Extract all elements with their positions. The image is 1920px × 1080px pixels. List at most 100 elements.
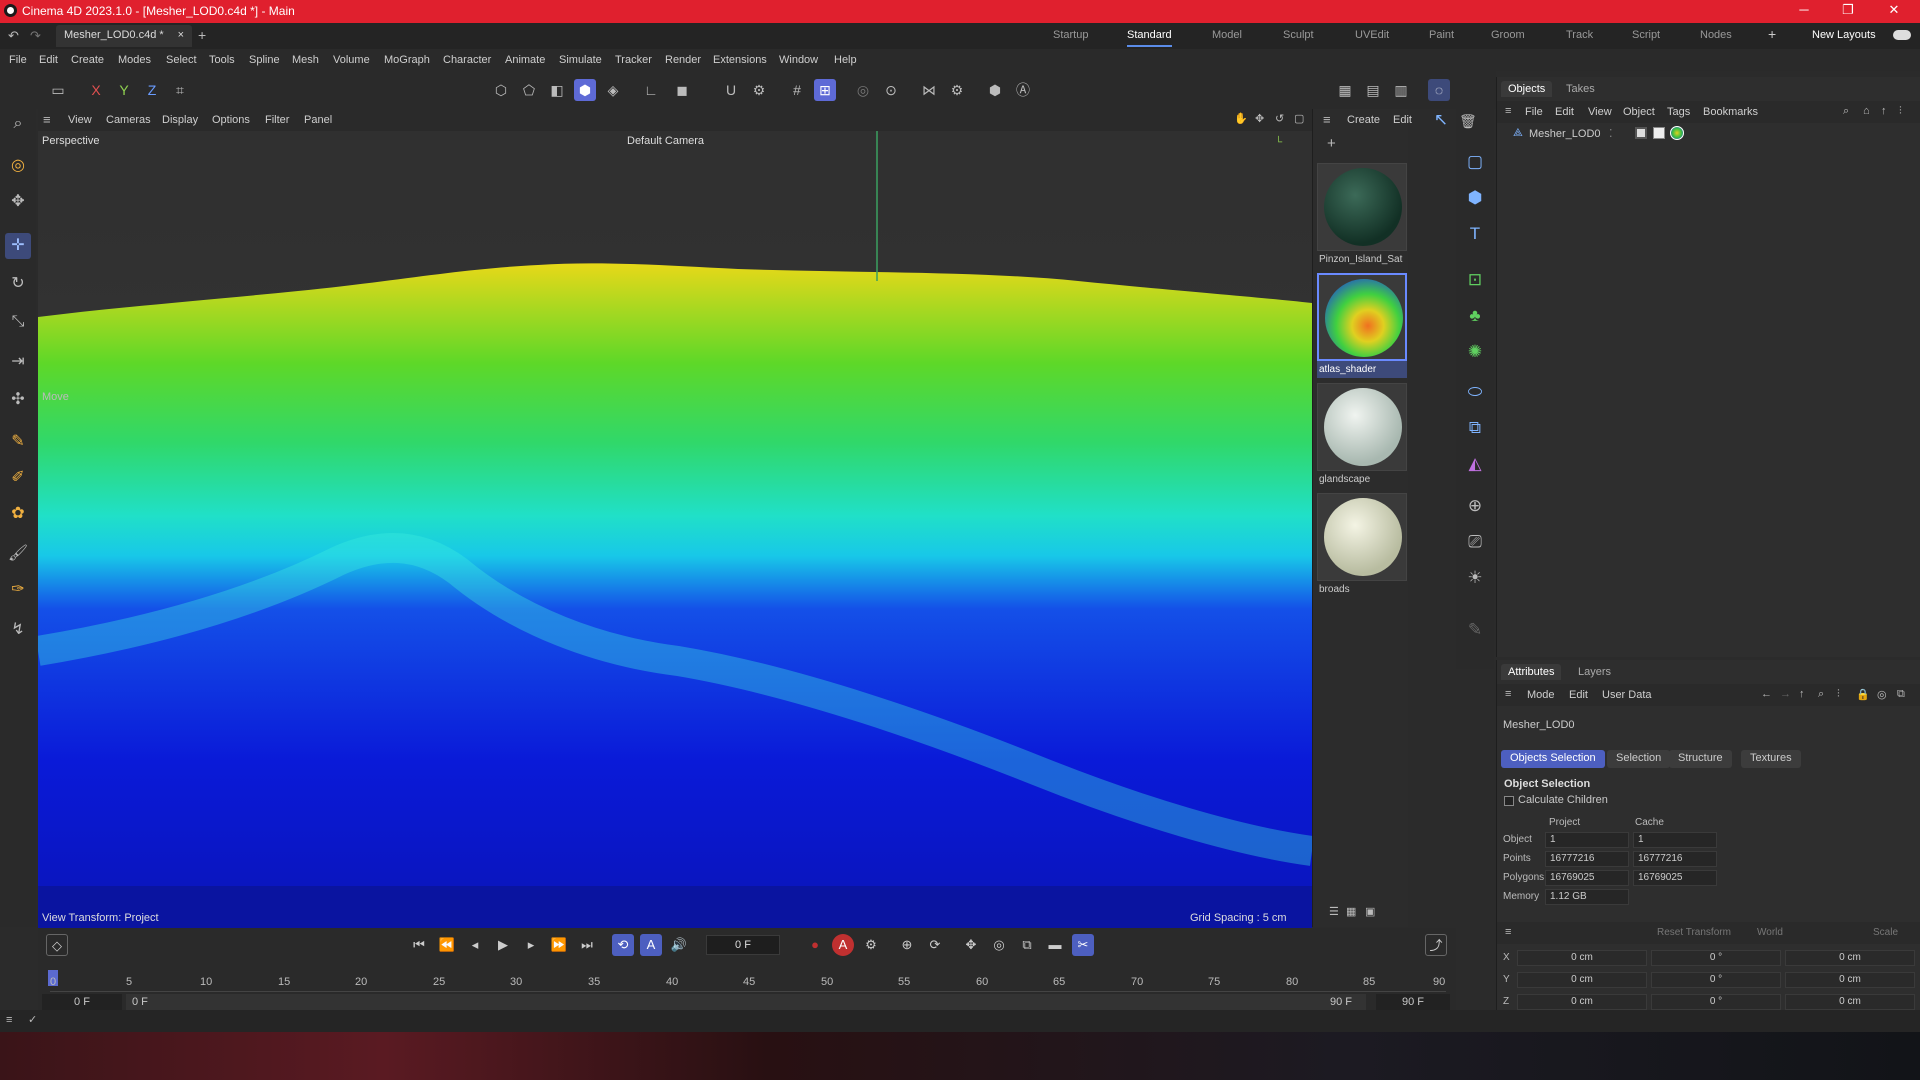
- object-menu-object[interactable]: Object: [1623, 106, 1655, 118]
- previous-key-icon[interactable]: ⏪: [436, 934, 458, 956]
- play-icon[interactable]: ▶: [492, 934, 514, 956]
- camera-icon[interactable]: ⎚: [1462, 529, 1488, 555]
- tab-objects[interactable]: Objects: [1501, 81, 1553, 97]
- attribute-menu-user-data[interactable]: User Data: [1602, 689, 1652, 701]
- grid-view-icon[interactable]: ▦: [1346, 905, 1356, 918]
- status-menu-icon[interactable]: ≡: [6, 1014, 12, 1026]
- go-to-start-icon[interactable]: ⏮: [408, 934, 430, 956]
- attribute-menu-mode[interactable]: Mode: [1527, 689, 1555, 701]
- edges-mode-icon[interactable]: ⬠: [518, 79, 540, 101]
- viewport-menu-filter[interactable]: Filter: [265, 114, 289, 126]
- menu-mograph[interactable]: MoGraph: [384, 54, 430, 66]
- tab-attributes[interactable]: Attributes: [1501, 664, 1562, 680]
- object-menu-view[interactable]: View: [1588, 106, 1612, 118]
- attribute-menu-edit[interactable]: Edit: [1569, 689, 1588, 701]
- mograph-fracture-icon[interactable]: ♣: [1462, 303, 1488, 329]
- model-mode-icon[interactable]: ▭: [47, 79, 69, 101]
- redo-icon[interactable]: ↷: [30, 28, 41, 44]
- key-settings-icon[interactable]: ⚙: [860, 934, 882, 956]
- forward-arrow-icon[interactable]: →: [1780, 688, 1791, 700]
- menu-animate[interactable]: Animate: [505, 54, 545, 66]
- layout-uvedit[interactable]: UVEdit: [1355, 29, 1389, 41]
- current-frame-field[interactable]: 0 F: [706, 935, 780, 955]
- menu-select[interactable]: Select: [166, 54, 197, 66]
- menu-volume[interactable]: Volume: [333, 54, 370, 66]
- spline-tools-icon[interactable]: ✿: [5, 501, 31, 527]
- interpolation-icon[interactable]: ✂: [1072, 934, 1094, 956]
- key-param-icon[interactable]: ◎: [988, 934, 1010, 956]
- spline-pen-icon[interactable]: ✎: [5, 429, 31, 455]
- interactive-render-icon[interactable]: ◌: [1428, 79, 1450, 101]
- key-position-icon[interactable]: ⊕: [896, 934, 918, 956]
- sound-icon[interactable]: 🔊: [668, 934, 690, 956]
- snap-icon[interactable]: U: [720, 79, 742, 101]
- next-key-icon[interactable]: ⏩: [548, 934, 570, 956]
- layout-groom[interactable]: Groom: [1491, 29, 1525, 41]
- soft-selection-icon[interactable]: ◎: [852, 79, 874, 101]
- mograph-effector-icon[interactable]: ✺: [1462, 339, 1488, 365]
- workplane-icon[interactable]: ⊞: [814, 79, 836, 101]
- lock-element-icon[interactable]: 🔒: [1856, 688, 1870, 701]
- spline-sketch-icon[interactable]: ✐: [5, 465, 31, 491]
- transfer-tool-icon[interactable]: ⇥: [5, 349, 31, 375]
- coord-z-position[interactable]: 0 cm: [1517, 994, 1647, 1010]
- coord-x-position[interactable]: 0 cm: [1517, 950, 1647, 966]
- material-item-selected[interactable]: atlas_shader: [1317, 273, 1407, 378]
- object-up-icon[interactable]: ↑: [1881, 105, 1887, 117]
- uvw-tag-icon[interactable]: [1653, 127, 1665, 139]
- environment-icon[interactable]: ⊕: [1462, 493, 1488, 519]
- object-menu-tags[interactable]: Tags: [1667, 106, 1690, 118]
- go-to-end-icon[interactable]: ⏭: [576, 934, 598, 956]
- knife-tool-icon[interactable]: ✑: [5, 577, 31, 603]
- tweak-mode-icon[interactable]: ◼: [671, 79, 693, 101]
- deformer-icon[interactable]: ⬭: [1462, 379, 1488, 405]
- snap-settings-icon[interactable]: ⚙: [748, 79, 770, 101]
- delete-icon[interactable]: 🗑: [1459, 113, 1477, 130]
- previous-frame-icon[interactable]: ◂: [464, 934, 486, 956]
- menu-character[interactable]: Character: [443, 54, 491, 66]
- material-menu-edit[interactable]: Edit: [1393, 114, 1412, 126]
- phong-tag-icon[interactable]: [1635, 127, 1647, 139]
- text-icon[interactable]: T: [1462, 221, 1488, 247]
- layout-model[interactable]: Model: [1212, 29, 1242, 41]
- coord-y-rotation[interactable]: 0 °: [1651, 972, 1781, 988]
- mograph-cloner-icon[interactable]: ⊡: [1462, 267, 1488, 293]
- object-search-icon[interactable]: ⌕: [1843, 105, 1849, 118]
- menu-create[interactable]: Create: [71, 54, 104, 66]
- pan-view-icon[interactable]: ✋: [1234, 112, 1248, 125]
- record-icon[interactable]: ●: [804, 934, 826, 956]
- object-row[interactable]: ⟁ Mesher_LOD0 ⁚: [1497, 125, 1920, 143]
- layout-standard[interactable]: Standard: [1127, 29, 1172, 47]
- cube-outline-icon[interactable]: ▢: [1462, 149, 1488, 175]
- object-menu-edit[interactable]: Edit: [1555, 106, 1574, 118]
- close-icon[interactable]: ✕: [1884, 2, 1904, 18]
- coord-y-position[interactable]: 0 cm: [1517, 972, 1647, 988]
- viewport-menu-panel[interactable]: Panel: [304, 114, 332, 126]
- points-mode-icon[interactable]: ⬡: [490, 79, 512, 101]
- object-row-name[interactable]: Mesher_LOD0: [1529, 128, 1601, 140]
- move-view-icon[interactable]: ✥: [1255, 112, 1264, 125]
- coord-y-size[interactable]: 0 cm: [1785, 972, 1915, 988]
- light-icon[interactable]: ☀: [1462, 565, 1488, 591]
- coordinates-menu-icon[interactable]: ≡: [1505, 926, 1511, 938]
- menu-mesh[interactable]: Mesh: [292, 54, 319, 66]
- attribute-menu-icon[interactable]: ≡: [1505, 688, 1511, 700]
- key-rotation-icon[interactable]: ⟳: [924, 934, 946, 956]
- menu-file[interactable]: File: [9, 54, 27, 66]
- axis-mode-icon[interactable]: ∟: [640, 79, 662, 101]
- material-item[interactable]: Pinzon_Island_Sat: [1317, 163, 1407, 268]
- subtab-textures[interactable]: Textures: [1741, 750, 1801, 768]
- menu-extensions[interactable]: Extensions: [713, 54, 767, 66]
- rotate-view-icon[interactable]: ↺: [1275, 112, 1284, 125]
- coord-z-rotation[interactable]: 0 °: [1651, 994, 1781, 1010]
- status-check-icon[interactable]: ✓: [28, 1013, 37, 1026]
- layout-script[interactable]: Script: [1632, 29, 1660, 41]
- rotate-tool-icon[interactable]: ↻: [5, 271, 31, 297]
- material-menu-create[interactable]: Create: [1347, 114, 1380, 126]
- loop-icon[interactable]: ⟲: [612, 934, 634, 956]
- list-view-icon[interactable]: ☰: [1329, 905, 1339, 918]
- polygons-mode-icon[interactable]: ◧: [546, 79, 568, 101]
- subtab-objects-selection[interactable]: Objects Selection: [1501, 750, 1605, 768]
- hamburger-icon[interactable]: ≡: [43, 112, 51, 127]
- new-tab-icon[interactable]: +: [198, 27, 206, 43]
